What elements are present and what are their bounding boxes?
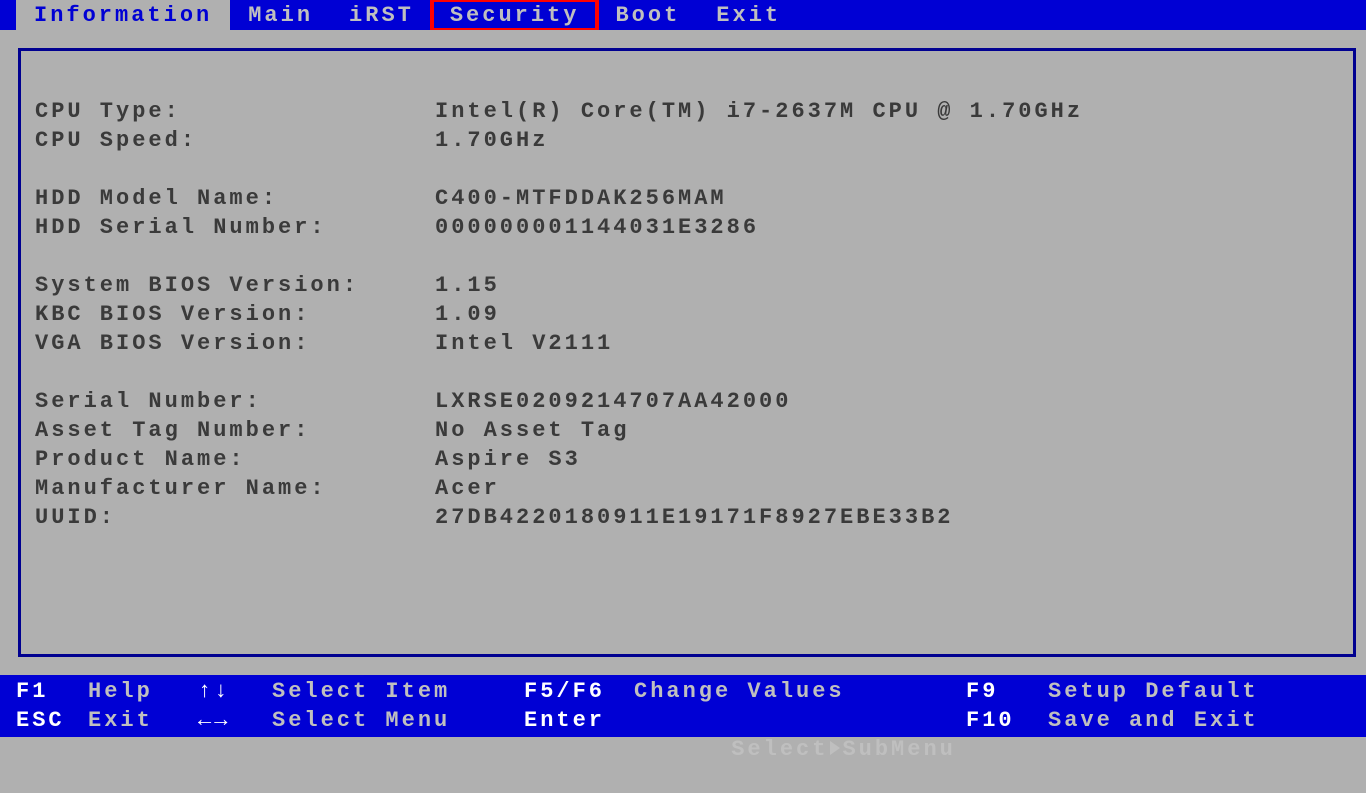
help-key-enter: Enter: [524, 706, 634, 793]
help-bar: F1 Help ↑↓ Select Item F5/F6 Change Valu…: [0, 675, 1366, 737]
tab-irst[interactable]: iRST: [331, 0, 432, 30]
label-cpu-speed: CPU Speed:: [35, 126, 435, 155]
help-key-f5f6: F5/F6: [524, 677, 634, 706]
tab-information[interactable]: Information: [16, 0, 230, 30]
info-grid: CPU Type: Intel(R) Core(TM) i7-2637M CPU…: [35, 97, 1339, 532]
help-row-2: ESC Exit ←→ Select Menu Enter Select SubM…: [16, 706, 1366, 793]
row-product: Product Name: Aspire S3: [35, 445, 1339, 474]
help-key-f1: F1: [16, 677, 88, 706]
triangle-right-icon: [830, 741, 840, 755]
value-manufacturer: Acer: [435, 474, 1339, 503]
label-sys-bios: System BIOS Version:: [35, 271, 435, 300]
spacer: [35, 242, 1339, 271]
help-setup-default: Setup Default: [1048, 677, 1366, 706]
row-uuid: UUID: 27DB4220180911E19171F8927EBE33B2: [35, 503, 1339, 532]
spacer: [35, 358, 1339, 387]
row-kbc-bios: KBC BIOS Version: 1.09: [35, 300, 1339, 329]
help-select-menu: Select Menu: [272, 706, 524, 793]
row-hdd-model: HDD Model Name: C400-MTFDDAK256MAM: [35, 184, 1339, 213]
value-product: Aspire S3: [435, 445, 1339, 474]
label-serial: Serial Number:: [35, 387, 435, 416]
value-uuid: 27DB4220180911E19171F8927EBE33B2: [435, 503, 1339, 532]
bios-tab-bar: Information Main iRST Security Boot Exit: [0, 0, 1366, 30]
label-cpu-type: CPU Type:: [35, 97, 435, 126]
row-sys-bios: System BIOS Version: 1.15: [35, 271, 1339, 300]
tab-security[interactable]: Security: [432, 0, 598, 30]
info-panel: CPU Type: Intel(R) Core(TM) i7-2637M CPU…: [18, 48, 1356, 657]
row-hdd-serial: HDD Serial Number: 000000001144031E3286: [35, 213, 1339, 242]
label-asset: Asset Tag Number:: [35, 416, 435, 445]
bios-client-area: CPU Type: Intel(R) Core(TM) i7-2637M CPU…: [0, 30, 1366, 675]
help-select-text: Select: [731, 737, 828, 762]
value-asset: No Asset Tag: [435, 416, 1339, 445]
row-manufacturer: Manufacturer Name: Acer: [35, 474, 1339, 503]
help-save-exit: Save and Exit: [1048, 706, 1366, 793]
row-asset: Asset Tag Number: No Asset Tag: [35, 416, 1339, 445]
label-kbc-bios: KBC BIOS Version:: [35, 300, 435, 329]
help-select-submenu: Select SubMenu: [634, 706, 966, 793]
help-row-1: F1 Help ↑↓ Select Item F5/F6 Change Valu…: [16, 677, 1366, 706]
row-cpu-type: CPU Type: Intel(R) Core(TM) i7-2637M CPU…: [35, 97, 1339, 126]
arrow-leftright-icon: ←→: [198, 706, 272, 793]
value-hdd-model: C400-MTFDDAK256MAM: [435, 184, 1339, 213]
tab-boot[interactable]: Boot: [597, 0, 698, 30]
spacer: [35, 155, 1339, 184]
label-vga-bios: VGA BIOS Version:: [35, 329, 435, 358]
tab-exit[interactable]: Exit: [698, 0, 799, 30]
value-cpu-type: Intel(R) Core(TM) i7-2637M CPU @ 1.70GHz: [435, 97, 1339, 126]
label-hdd-serial: HDD Serial Number:: [35, 213, 435, 242]
help-label-exit: Exit: [88, 706, 198, 793]
tab-main[interactable]: Main: [230, 0, 331, 30]
value-kbc-bios: 1.09: [435, 300, 1339, 329]
help-select-item: Select Item: [272, 677, 524, 706]
help-label-help: Help: [88, 677, 198, 706]
label-manufacturer: Manufacturer Name:: [35, 474, 435, 503]
help-key-esc: ESC: [16, 706, 88, 793]
value-serial: LXRSE0209214707AA42000: [435, 387, 1339, 416]
help-key-f9: F9: [966, 677, 1048, 706]
value-hdd-serial: 000000001144031E3286: [435, 213, 1339, 242]
value-vga-bios: Intel V2111: [435, 329, 1339, 358]
label-hdd-model: HDD Model Name:: [35, 184, 435, 213]
help-key-f10: F10: [966, 706, 1048, 793]
label-product: Product Name:: [35, 445, 435, 474]
help-change-values: Change Values: [634, 677, 966, 706]
value-sys-bios: 1.15: [435, 271, 1339, 300]
row-vga-bios: VGA BIOS Version: Intel V2111: [35, 329, 1339, 358]
value-cpu-speed: 1.70GHz: [435, 126, 1339, 155]
row-serial: Serial Number: LXRSE0209214707AA42000: [35, 387, 1339, 416]
label-uuid: UUID:: [35, 503, 435, 532]
help-submenu-text: SubMenu: [842, 737, 955, 762]
arrow-updown-icon: ↑↓: [198, 677, 272, 706]
row-cpu-speed: CPU Speed: 1.70GHz: [35, 126, 1339, 155]
